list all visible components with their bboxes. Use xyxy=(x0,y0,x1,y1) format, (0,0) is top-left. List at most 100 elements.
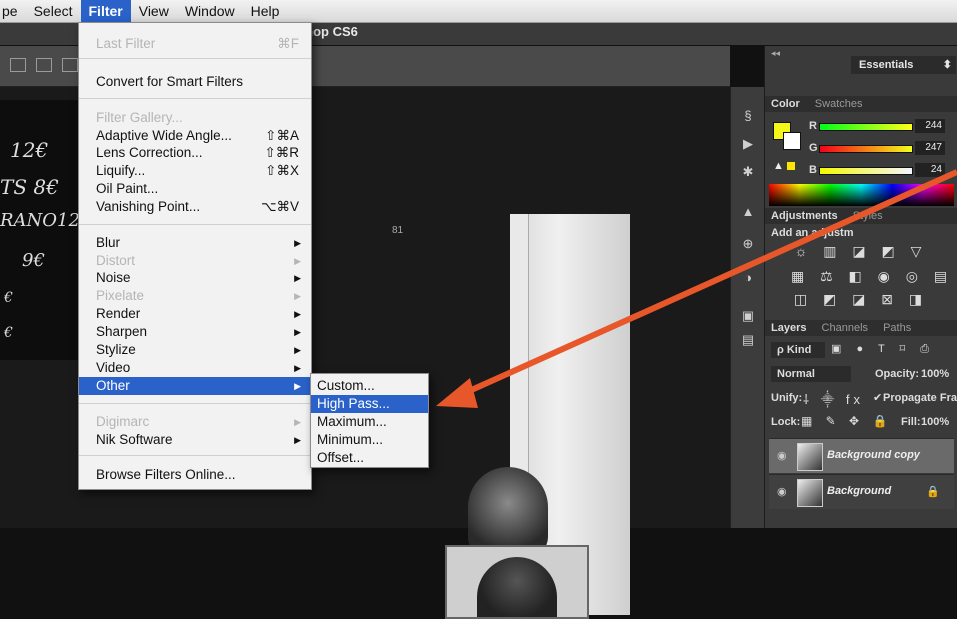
menu-filter[interactable]: Filter xyxy=(80,0,131,22)
menu-item-browse-filters-online[interactable]: Browse Filters Online... xyxy=(79,466,311,484)
menu-item-vanishing-point[interactable]: Vanishing Point... ⌥⌘V xyxy=(79,198,311,216)
photo-sign xyxy=(445,545,589,619)
channel-r-slider[interactable] xyxy=(819,123,913,131)
align-left-icon[interactable] xyxy=(10,58,26,72)
submenu-item-maximum[interactable]: Maximum... xyxy=(311,413,428,431)
align-right-icon[interactable] xyxy=(62,58,78,72)
paragraph-icon[interactable]: ◑ xyxy=(739,269,757,287)
tab-swatches[interactable]: Swatches xyxy=(809,98,869,110)
submenu-item-offset[interactable]: Offset... xyxy=(311,449,428,467)
submenu-arrow-icon: ▶ xyxy=(294,363,301,373)
history-icon[interactable]: § xyxy=(739,107,757,125)
tab-styles[interactable]: Styles xyxy=(847,210,889,222)
submenu-arrow-icon: ▶ xyxy=(294,238,301,248)
background-color-swatch[interactable] xyxy=(783,132,801,150)
menu-item-nik-software[interactable]: Nik Software ▶ xyxy=(79,431,311,449)
eye-visibility-icon[interactable]: ◉ xyxy=(777,449,787,462)
submenu-arrow-icon: ▶ xyxy=(294,309,301,319)
menu-item-stylize[interactable]: Stylize ▶ xyxy=(79,341,311,359)
chalk-text-2: TS 8€ xyxy=(0,175,59,199)
channel-r-label: R xyxy=(809,120,817,132)
adjustment-icons-row-1[interactable]: ☼ ▥ ◪ ◩ ▽ xyxy=(791,243,931,261)
menu-photoshop[interactable]: pe xyxy=(0,0,26,22)
adjustments-panel-header: Adjustments Styles xyxy=(765,208,957,224)
submenu-item-minimum[interactable]: Minimum... xyxy=(311,431,428,449)
opacity-value[interactable]: 100% xyxy=(921,368,949,380)
submenu-item-high-pass[interactable]: High Pass... xyxy=(311,395,428,413)
layers-panel-header: Layers Channels Paths xyxy=(765,320,957,336)
menu-item-convert-smart-filters[interactable]: Convert for Smart Filters xyxy=(79,73,311,91)
channel-b-slider[interactable] xyxy=(819,167,913,175)
unify-label: Unify: xyxy=(771,392,803,404)
menu-item-oil-paint[interactable]: Oil Paint... xyxy=(79,180,311,198)
layer-row-background[interactable]: ◉ Background 🔒 xyxy=(769,474,954,509)
lock-icon: 🔒 xyxy=(926,486,940,498)
menu-item-filter-gallery: Filter Gallery... xyxy=(96,110,183,125)
fill-value[interactable]: 100% xyxy=(921,416,949,428)
menu-view[interactable]: View xyxy=(131,0,177,22)
submenu-item-custom[interactable]: Custom... xyxy=(311,377,428,395)
chalk-text-6: € xyxy=(4,325,13,341)
workspace-switcher[interactable]: Essentials ⬍ xyxy=(851,56,956,74)
menu-item-other[interactable]: Other ▶ xyxy=(79,377,311,395)
adjustment-icons-row-3[interactable]: ◫ ◩ ◪ ⊠ ◨ xyxy=(791,291,931,309)
notes-icon[interactable]: ▣ xyxy=(739,307,757,325)
tab-channels[interactable]: Channels xyxy=(816,322,874,334)
channel-r-value[interactable]: 244 xyxy=(915,119,945,133)
layer-filter-icons[interactable]: ▣ ● T ⌑ ⎙ xyxy=(831,342,935,356)
menu-item-lens-correction[interactable]: Lens Correction... ⇧⌘R xyxy=(79,144,311,162)
menu-item-blur[interactable]: Blur ▶ xyxy=(79,234,311,252)
gamut-warning-icon: ▲ xyxy=(773,160,784,172)
brush-preset-icon[interactable]: ✱ xyxy=(739,163,757,181)
tab-layers[interactable]: Layers xyxy=(765,322,812,334)
play-actions-icon[interactable]: ▶ xyxy=(739,135,757,153)
gamut-swatch[interactable] xyxy=(787,162,795,170)
channel-g-value[interactable]: 247 xyxy=(915,141,945,155)
collapse-panels-icon[interactable]: ◂◂ xyxy=(771,48,780,59)
channel-g-label: G xyxy=(809,142,818,154)
menu-item-liquify[interactable]: Liquify... ⇧⌘X xyxy=(79,162,311,180)
blend-mode-select[interactable]: Normal xyxy=(771,366,851,382)
menu-item-video[interactable]: Video ▶ xyxy=(79,359,311,377)
submenu-arrow-icon: ▶ xyxy=(294,273,301,283)
tab-color[interactable]: Color xyxy=(765,98,806,110)
layer-row-background-copy[interactable]: ◉ Background copy xyxy=(769,438,954,473)
adjustment-icons-row-2[interactable]: ▦ ⚖ ◧ ◉ ◎ ▤ xyxy=(791,268,947,286)
properties-icon[interactable]: ▤ xyxy=(739,331,757,349)
channel-b-value[interactable]: 24 xyxy=(915,163,945,177)
unify-icons[interactable]: ⸸ ⸎ fx xyxy=(803,390,864,408)
channel-b-label: B xyxy=(809,164,817,176)
tab-adjustments[interactable]: Adjustments xyxy=(765,210,844,222)
menu-item-last-filter: Last Filter ⌘F xyxy=(96,36,299,51)
layer-filter-kind[interactable]: ρ Kind xyxy=(771,342,825,358)
menu-help[interactable]: Help xyxy=(243,0,288,22)
layer-name: Background xyxy=(827,485,892,497)
align-center-icon[interactable] xyxy=(36,58,52,72)
lock-icons[interactable]: ▦ ✎ ✥ 🔒 xyxy=(801,414,892,428)
panel-icon-strip: § ▶ ✱ ▲ ⊕ ◑ ▣ ▤ xyxy=(730,87,765,528)
submenu-arrow-icon: ▶ xyxy=(294,435,301,445)
menu-item-adaptive-wide-angle[interactable]: Adaptive Wide Angle... ⇧⌘A xyxy=(79,127,311,145)
menu-item-render[interactable]: Render ▶ xyxy=(79,305,311,323)
menu-item-distort: Distort ▶ xyxy=(96,253,301,268)
channel-g-slider[interactable] xyxy=(819,145,913,153)
histogram-icon[interactable]: ▲ xyxy=(739,203,757,221)
propagate-checkbox-icon[interactable]: ✔ xyxy=(873,391,882,404)
submenu-arrow-icon: ▶ xyxy=(294,327,301,337)
color-spectrum-ramp[interactable] xyxy=(769,184,954,206)
menu-item-sharpen[interactable]: Sharpen ▶ xyxy=(79,323,311,341)
photo-person xyxy=(468,467,548,557)
layer-name: Background copy xyxy=(827,449,920,461)
dropdown-arrow-icon: ⬍ xyxy=(942,59,952,71)
menu-window[interactable]: Window xyxy=(177,0,243,22)
other-submenu: Custom... High Pass... Maximum... Minimu… xyxy=(310,373,429,468)
menu-select[interactable]: Select xyxy=(26,0,81,22)
tab-paths[interactable]: Paths xyxy=(877,322,917,334)
menu-item-noise[interactable]: Noise ▶ xyxy=(79,269,311,287)
submenu-arrow-icon: ▶ xyxy=(294,291,301,301)
character-icon[interactable]: ⊕ xyxy=(739,235,757,253)
chalk-text-4: 9€ xyxy=(22,250,45,271)
eye-visibility-icon[interactable]: ◉ xyxy=(777,485,787,498)
menu-item-pixelate: Pixelate ▶ xyxy=(96,288,301,303)
chalk-text-5: € xyxy=(4,290,13,306)
